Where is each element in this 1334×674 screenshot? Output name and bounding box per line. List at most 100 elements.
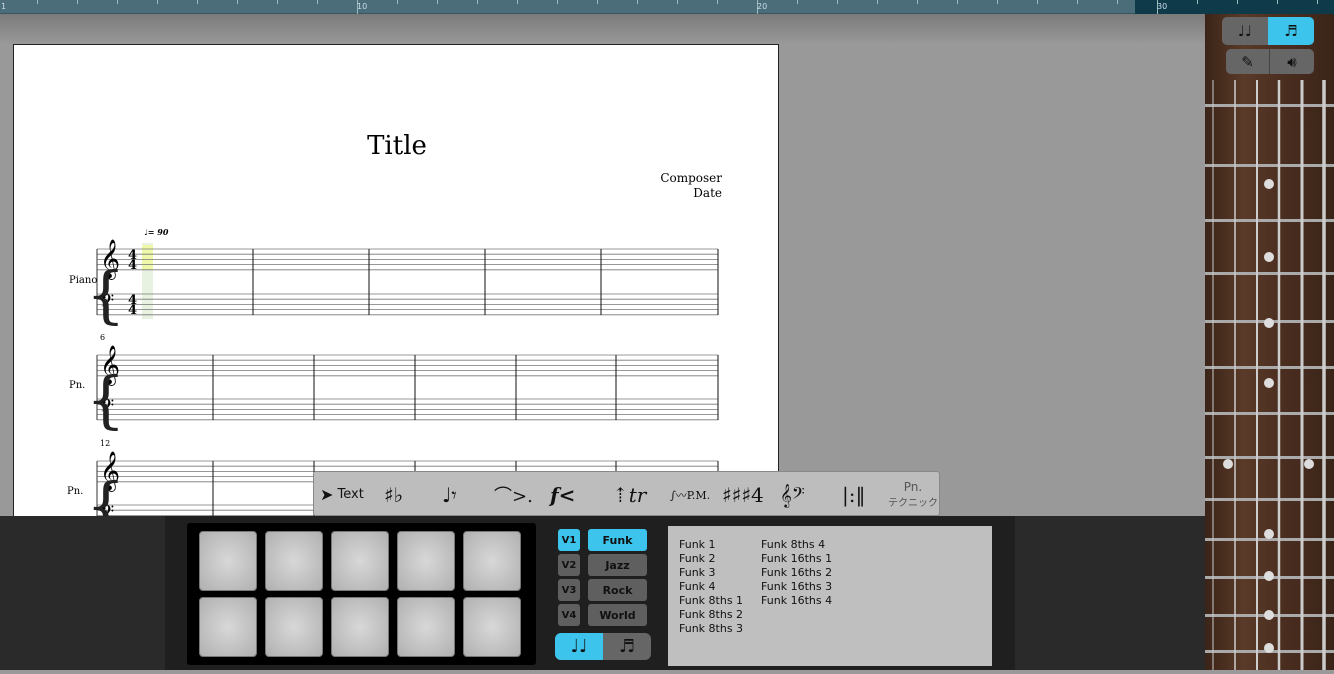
articulation-button[interactable]: ⌒>. (494, 472, 533, 517)
speaker-button[interactable]: 🔊︎ (1270, 49, 1314, 74)
ruler-tick (37, 0, 38, 4)
repeat-barline-button[interactable]: |:‖ (842, 472, 865, 517)
note-rest-icon: ♩𝄾 (442, 482, 457, 507)
ruler-tick (477, 0, 478, 4)
fret-wire (1205, 219, 1334, 222)
key-time-signature-button[interactable]: ♯♯♯4 (722, 472, 764, 517)
pattern-list: Funk 1 Funk 2 Funk 3 Funk 4 Funk 8ths 1 Funk … (668, 526, 992, 666)
ruler-tick (1317, 0, 1318, 4)
ruler-tick (677, 0, 678, 4)
genre-button-world[interactable]: World (588, 604, 647, 626)
pattern-item[interactable]: Funk 2 (679, 552, 743, 566)
quarter-notes-view-button[interactable]: ♩♩ (1222, 17, 1268, 45)
pencil-button[interactable]: ✎ (1226, 49, 1270, 74)
drum-pad[interactable] (463, 531, 521, 591)
quarter-notes-icon: ♩♩ (570, 636, 588, 657)
drum-pad[interactable] (265, 531, 323, 591)
sixteenth-notes-view-button[interactable]: ♬ (1268, 17, 1314, 45)
speaker-icon: 🔊︎ (1287, 52, 1297, 71)
pattern-item[interactable]: Funk 16ths 4 (761, 594, 832, 608)
dynamics-button[interactable]: f< (550, 472, 575, 517)
ruler-tick (437, 0, 438, 4)
cursor-arrow-icon: ➤ (320, 485, 334, 504)
voice-button-v4[interactable]: V4 (558, 604, 580, 626)
fret-wire (1205, 412, 1334, 415)
pattern-column: Funk 8ths 4 Funk 16ths 1 Funk 16ths 2 Funk … (761, 538, 832, 666)
fret-marker (1264, 179, 1274, 189)
score-staves[interactable]: 𝄞 44𝄢 44{𝄞𝄢{𝄞𝄢{ (14, 45, 780, 525)
guitar-fretboard[interactable]: ♩♩ ♬ ✎ 🔊︎ (1205, 14, 1334, 670)
ruler-tick (157, 0, 158, 4)
technique-button[interactable]: Pn. テクニック (888, 472, 938, 517)
ruler-tick (1277, 0, 1278, 4)
fret-marker (1223, 459, 1233, 469)
ruler-label: 20 (757, 2, 768, 11)
brace: { (86, 258, 125, 331)
genre-button-funk[interactable]: Funk (588, 529, 647, 551)
fret-wire (1205, 498, 1334, 501)
palm-mute-button[interactable]: ∫〰P.M. (670, 472, 710, 517)
ruler-tick (1077, 0, 1078, 4)
fret-marker (1264, 529, 1274, 539)
timeline-ruler[interactable]: 1 10 20 30 (0, 0, 1334, 14)
drum-pad[interactable] (331, 531, 389, 591)
clefs-button[interactable]: 𝄞𝄢 (780, 472, 805, 517)
treble-bass-clef-icon: 𝄞𝄢 (780, 482, 805, 507)
pattern-item[interactable]: Funk 16ths 2 (761, 566, 832, 580)
pattern-item[interactable]: Funk 8ths 4 (761, 538, 832, 552)
ruler-tick (797, 0, 798, 4)
pattern-item[interactable]: Funk 16ths 3 (761, 580, 832, 594)
pattern-item[interactable]: Funk 3 (679, 566, 743, 580)
drum-pad[interactable] (265, 597, 323, 657)
text-tool-button[interactable]: ➤ Text (320, 472, 364, 517)
pattern-item[interactable]: Funk 4 (679, 580, 743, 594)
ruler-tick (917, 0, 918, 4)
pattern-item[interactable]: Funk 1 (679, 538, 743, 552)
pattern-item[interactable]: Funk 8ths 3 (679, 622, 743, 636)
drum-pad[interactable] (199, 597, 257, 657)
note-rest-button[interactable]: ♩𝄾 (442, 472, 457, 517)
sixteenth-notes-mode-button[interactable]: ♬ (603, 633, 651, 660)
fret-marker (1264, 610, 1274, 620)
quarter-notes-icon: ♩♩ (1237, 22, 1253, 40)
forte-crescendo-icon: f< (550, 482, 576, 507)
fretboard-strings-frets[interactable] (1205, 14, 1334, 670)
genre-button-rock[interactable]: Rock (588, 579, 647, 601)
voice-button-v3[interactable]: V3 (558, 579, 580, 601)
ruler-tick (77, 0, 78, 4)
view-mode-toggle: ♩♩ ♬ (1222, 17, 1314, 45)
score-page[interactable]: Title Composer Date ♩= 90 Piano Pn. Pn. … (13, 44, 780, 525)
ruler-tick (877, 0, 878, 4)
pattern-item[interactable]: Funk 16ths 1 (761, 552, 832, 566)
sixteenth-notes-icon: ♬ (618, 636, 636, 657)
voice-button-v2[interactable]: V2 (558, 554, 580, 576)
voice-button-v1[interactable]: V1 (558, 529, 580, 551)
ruler-tick (517, 0, 518, 4)
accidentals-button[interactable]: ♯♭ (384, 472, 403, 517)
technique-bottom-label: テクニック (888, 498, 938, 509)
genre-button-jazz[interactable]: Jazz (588, 554, 647, 576)
note-mode-toggle: ♩♩ ♬ (555, 633, 651, 660)
drum-pad[interactable] (331, 597, 389, 657)
brace: { (86, 363, 125, 436)
sharp-flat-icon: ♯♭ (384, 482, 404, 507)
pattern-item[interactable]: Funk 8ths 1 (679, 594, 743, 608)
drum-pad[interactable] (397, 531, 455, 591)
drum-pad[interactable] (199, 531, 257, 591)
ruler-tick (837, 0, 838, 4)
fret-wire (1205, 366, 1334, 369)
ruler-tick (1197, 0, 1198, 4)
notation-palette: ➤ Text ♯♭ ♩𝄾 ⌒>. f< ⇡tr ∫〰P.M. ♯♯♯4 𝄞𝄢 |… (313, 471, 940, 516)
tool-toggle: ✎ 🔊︎ (1226, 49, 1314, 74)
ornaments-button[interactable]: ⇡tr (612, 472, 646, 517)
ruler-label: 30 (1157, 2, 1168, 11)
ruler-tick (557, 0, 558, 4)
drum-pads (187, 523, 536, 665)
quarter-notes-mode-button[interactable]: ♩♩ (555, 633, 603, 660)
drum-pad[interactable] (463, 597, 521, 657)
fret-marker (1304, 459, 1314, 469)
pattern-item[interactable]: Funk 8ths 2 (679, 608, 743, 622)
time-signature: 4 (128, 258, 137, 273)
ruler-tick (317, 0, 318, 4)
drum-pad[interactable] (397, 597, 455, 657)
